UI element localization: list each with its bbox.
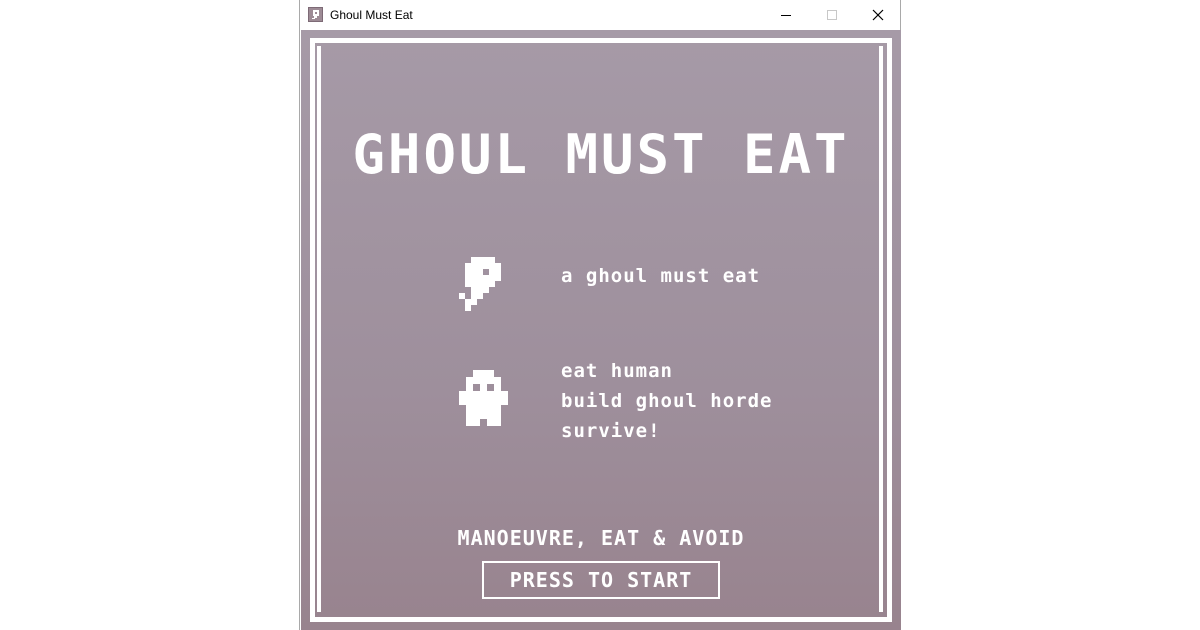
minimize-icon <box>781 15 791 16</box>
app-window: Ghoul Must Eat GHOUL MUST EAT a ghoul mu… <box>299 0 901 630</box>
press-to-start-button[interactable]: PRESS TO START <box>482 561 720 599</box>
maximize-button[interactable] <box>809 0 855 30</box>
ghoul-app-icon <box>308 7 323 22</box>
game-canvas[interactable]: GHOUL MUST EAT a ghoul must eat eat huma… <box>301 30 901 630</box>
game-title: GHOUL MUST EAT <box>352 123 850 186</box>
instruction-line: survive! <box>561 420 661 442</box>
close-button[interactable] <box>855 0 901 30</box>
instruction-line: eat human <box>561 360 673 382</box>
window-title: Ghoul Must Eat <box>330 8 413 22</box>
close-icon <box>872 9 884 21</box>
ghoul-sprite-icon <box>459 257 501 311</box>
human-instructions: eat human build ghoul horde survive! <box>561 356 772 446</box>
controls-hint: MANOEUVRE, EAT & AVOID <box>457 526 745 550</box>
instruction-line: build ghoul horde <box>561 390 773 412</box>
title-bar[interactable]: Ghoul Must Eat <box>300 0 900 30</box>
maximize-icon <box>827 10 837 20</box>
ghoul-caption: a ghoul must eat <box>561 261 760 291</box>
ghoul-caption-text: a ghoul must eat <box>561 265 761 287</box>
human-sprite-icon <box>459 370 508 426</box>
minimize-button[interactable] <box>763 0 809 30</box>
